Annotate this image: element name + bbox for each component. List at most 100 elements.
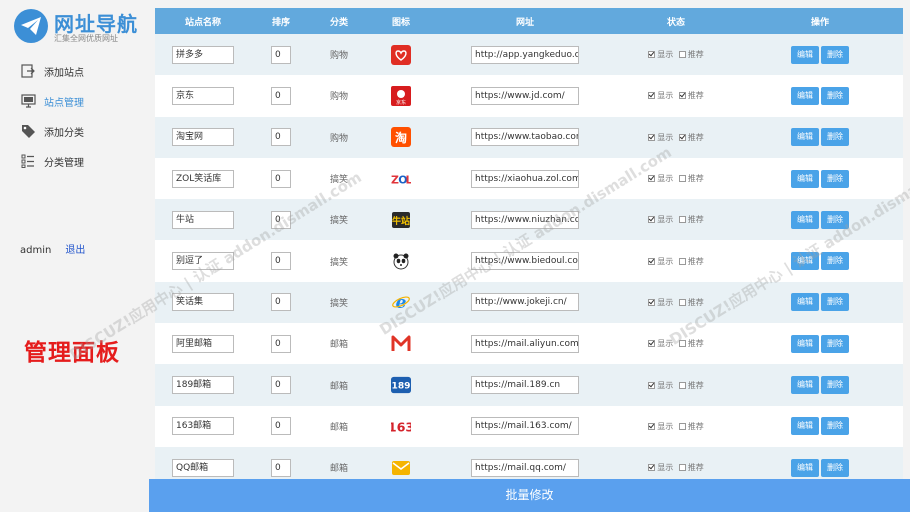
edit-button[interactable]: 编辑 <box>791 334 819 353</box>
sort-input[interactable]: 0 <box>271 86 291 105</box>
recommend-checkbox[interactable] <box>678 92 686 100</box>
sort-input[interactable]: 0 <box>271 417 291 436</box>
cell-site-name: 京东 <box>155 75 251 116</box>
url-input[interactable]: https://xiaohua.zol.com <box>471 169 579 188</box>
delete-button[interactable]: 删除 <box>821 334 849 353</box>
url-input[interactable]: http://www.jokeji.cn/ <box>471 293 579 312</box>
cell-status: 显示 推荐 <box>615 240 737 281</box>
cell-status: 显示 推荐 <box>615 158 737 199</box>
cell-actions: 编辑 删除 <box>737 323 903 364</box>
cell-status: 显示 推荐 <box>615 199 737 240</box>
url-input[interactable]: https://mail.aliyun.com <box>471 334 579 353</box>
svg-text:189: 189 <box>392 382 411 392</box>
url-input[interactable]: https://www.jd.com/ <box>471 86 579 105</box>
delete-button[interactable]: 删除 <box>821 458 849 477</box>
logout-link[interactable]: 退出 <box>65 245 85 256</box>
recommend-checkbox[interactable] <box>678 257 686 265</box>
site-name-input[interactable]: 189邮箱 <box>172 376 234 395</box>
url-input[interactable]: https://www.niuzhan.com <box>471 210 579 229</box>
niuzhan-icon: 牛站 <box>391 210 411 230</box>
show-checkbox[interactable] <box>648 92 656 100</box>
show-checkbox[interactable] <box>648 298 656 306</box>
sort-input[interactable]: 0 <box>271 210 291 229</box>
sort-input[interactable]: 0 <box>271 45 291 64</box>
sort-input[interactable]: 0 <box>271 252 291 271</box>
recommend-checkbox[interactable] <box>678 340 686 348</box>
show-checkbox[interactable] <box>648 422 656 430</box>
show-checkbox[interactable] <box>648 464 656 472</box>
delete-button[interactable]: 删除 <box>821 45 849 64</box>
recommend-label: 推荐 <box>687 174 704 184</box>
sort-input[interactable]: 0 <box>271 334 291 353</box>
nav-item-add-category[interactable]: 添加分类 <box>0 116 150 146</box>
site-name-input[interactable]: ZOL笑话库 <box>172 169 234 188</box>
url-input[interactable]: https://www.taobao.com <box>471 128 579 147</box>
edit-button[interactable]: 编辑 <box>791 293 819 312</box>
show-checkbox[interactable] <box>648 133 656 141</box>
delete-button[interactable]: 删除 <box>821 293 849 312</box>
url-input[interactable]: https://mail.189.cn <box>471 376 579 395</box>
site-name-input[interactable]: 淘宝网 <box>172 128 234 147</box>
edit-button[interactable]: 编辑 <box>791 252 819 271</box>
show-checkbox[interactable] <box>648 216 656 224</box>
url-input[interactable]: http://app.yangkeduo.com <box>471 45 579 64</box>
delete-button[interactable]: 删除 <box>821 169 849 188</box>
cell-url: http://www.jokeji.cn/ <box>435 282 615 323</box>
sort-input[interactable]: 0 <box>271 458 291 477</box>
cell-site-name: 笑话集 <box>155 282 251 323</box>
delete-button[interactable]: 删除 <box>821 376 849 395</box>
delete-button[interactable]: 删除 <box>821 128 849 147</box>
show-label: 显示 <box>657 256 674 266</box>
url-input[interactable]: https://www.biedoul.com <box>471 252 579 271</box>
recommend-checkbox[interactable] <box>678 133 686 141</box>
recommend-checkbox[interactable] <box>678 422 686 430</box>
recommend-checkbox[interactable] <box>678 175 686 183</box>
site-name-input[interactable]: 笑话集 <box>172 293 234 312</box>
recommend-checkbox[interactable] <box>678 216 686 224</box>
delete-button[interactable]: 删除 <box>821 86 849 105</box>
delete-button[interactable]: 删除 <box>821 417 849 436</box>
url-input[interactable]: https://mail.163.com/ <box>471 417 579 436</box>
recommend-checkbox[interactable] <box>678 298 686 306</box>
delete-button[interactable]: 删除 <box>821 252 849 271</box>
batch-edit-button[interactable]: 批量修改 <box>149 479 910 512</box>
sort-input[interactable]: 0 <box>271 293 291 312</box>
site-name-input[interactable]: 阿里邮箱 <box>172 334 234 353</box>
site-name-input[interactable]: 牛站 <box>172 210 234 229</box>
show-checkbox[interactable] <box>648 175 656 183</box>
sort-input[interactable]: 0 <box>271 128 291 147</box>
show-checkbox[interactable] <box>648 51 656 59</box>
cell-sort: 0 <box>251 323 311 364</box>
show-checkbox[interactable] <box>648 257 656 265</box>
site-name-input[interactable]: 拼多多 <box>172 45 234 64</box>
edit-button[interactable]: 编辑 <box>791 417 819 436</box>
cell-site-name: ZOL笑话库 <box>155 158 251 199</box>
site-name-input[interactable]: 京东 <box>172 86 234 105</box>
nav-item-site-management[interactable]: 站点管理 <box>0 86 150 116</box>
logo[interactable]: 网址导航 汇集全网优质网址 <box>12 8 142 46</box>
nav-item-category-management[interactable]: 分类管理 <box>0 146 150 176</box>
cell-actions: 编辑 删除 <box>737 117 903 158</box>
edit-button[interactable]: 编辑 <box>791 376 819 395</box>
site-name-input[interactable]: QQ邮箱 <box>172 458 234 477</box>
site-name-input[interactable]: 别逗了 <box>172 252 234 271</box>
edit-button[interactable]: 编辑 <box>791 169 819 188</box>
edit-button[interactable]: 编辑 <box>791 210 819 229</box>
recommend-checkbox[interactable] <box>678 464 686 472</box>
cell-sort: 0 <box>251 199 311 240</box>
site-name-input[interactable]: 163邮箱 <box>172 417 234 436</box>
show-checkbox[interactable] <box>648 340 656 348</box>
recommend-checkbox[interactable] <box>678 381 686 389</box>
recommend-checkbox[interactable] <box>678 51 686 59</box>
nav-item-add-site[interactable]: 添加站点 <box>0 56 150 86</box>
show-checkbox[interactable] <box>648 381 656 389</box>
edit-button[interactable]: 编辑 <box>791 458 819 477</box>
sort-input[interactable]: 0 <box>271 169 291 188</box>
url-input[interactable]: https://mail.qq.com/ <box>471 458 579 477</box>
edit-button[interactable]: 编辑 <box>791 86 819 105</box>
sort-input[interactable]: 0 <box>271 376 291 395</box>
delete-button[interactable]: 删除 <box>821 210 849 229</box>
edit-button[interactable]: 编辑 <box>791 45 819 64</box>
edit-button[interactable]: 编辑 <box>791 128 819 147</box>
cell-sort: 0 <box>251 117 311 158</box>
